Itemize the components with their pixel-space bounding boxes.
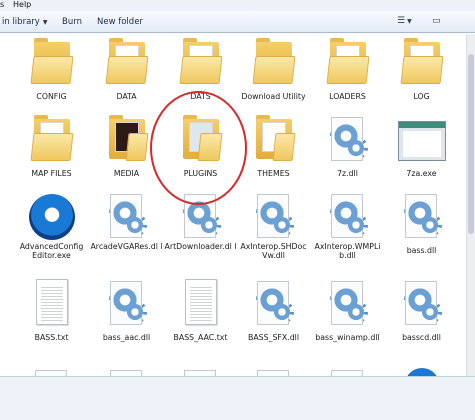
folder-themes[interactable]: THEMES: [237, 111, 310, 187]
folder-config[interactable]: CONFIG: [15, 34, 88, 110]
item-label: ArtDownloader.dl l: [164, 242, 237, 251]
file-bass-txt[interactable]: BASS.txt: [15, 275, 88, 351]
include-label: in library: [2, 17, 40, 27]
burn-button[interactable]: Burn: [62, 16, 82, 28]
folder-download-utility[interactable]: Download Utility: [237, 34, 310, 110]
views-icon[interactable]: ☰ ▼: [397, 15, 412, 28]
window-icon: [397, 121, 446, 161]
partial-row-item[interactable]: [90, 364, 163, 376]
include-in-library-button[interactable]: in library ▼: [2, 16, 47, 28]
item-label: ArcadeVGARes.dl l: [90, 242, 163, 251]
folder-icon: [30, 38, 74, 86]
item-label: 7za.exe: [406, 169, 437, 178]
burn-label: Burn: [62, 17, 82, 27]
item-label: AxInterop.WMPLi b.dll: [314, 242, 381, 260]
item-label: PLUGINS: [183, 169, 218, 178]
folder-map-files[interactable]: MAP FILES: [15, 111, 88, 187]
item-label: Download Utility: [241, 92, 306, 101]
item-label: DATS: [190, 92, 211, 101]
item-label: 7z.dll: [337, 169, 358, 178]
folder-loaders[interactable]: LOADERS: [311, 34, 384, 110]
vertical-scrollbar[interactable]: [466, 34, 475, 376]
gear-icon: [327, 194, 369, 240]
file-basscd-dll[interactable]: basscd.dll: [385, 275, 458, 351]
item-label: CONFIG: [36, 92, 67, 101]
gear-icon: [106, 281, 148, 327]
item-label: BASS_AAC.txt: [173, 333, 228, 342]
item-label: BASS_SFX.dll: [247, 333, 299, 342]
file-7za-exe[interactable]: 7za.exe: [385, 111, 458, 187]
partial-row-item[interactable]: [15, 364, 88, 376]
file-arcadevgares-dll[interactable]: ArcadeVGARes.dl l: [90, 188, 163, 264]
folder-icon: [326, 38, 370, 86]
gear-icon: [180, 194, 222, 240]
text-file-icon: [33, 279, 71, 327]
folder-media[interactable]: MEDIA: [90, 111, 163, 187]
partial-row-item[interactable]: [311, 364, 384, 376]
folder-icon: [105, 38, 149, 86]
text-file-icon: [182, 279, 220, 327]
gear-icon: [253, 281, 295, 327]
file-bass-sfx-dll[interactable]: BASS_SFX.dll: [237, 275, 310, 351]
gear-icon: [327, 281, 369, 327]
file-bass-dll[interactable]: bass.dll: [385, 188, 458, 264]
folder-log[interactable]: LOG: [385, 34, 458, 110]
gear-icon: [401, 281, 443, 327]
new-folder-label: New folder: [97, 17, 143, 27]
new-folder-button[interactable]: New folder: [97, 16, 143, 28]
item-label: basscd.dll: [402, 333, 441, 342]
partial-row-item[interactable]: [237, 364, 310, 376]
app-icon: [28, 194, 75, 240]
menu-bar: s Help: [0, 0, 475, 11]
folder-dats[interactable]: DATS: [164, 34, 237, 110]
folder-icon: [30, 115, 74, 163]
item-label: bass_aac.dll: [102, 333, 151, 342]
item-label: DATA: [116, 92, 137, 101]
item-label: MAP FILES: [31, 169, 72, 178]
item-label: BASS.txt: [34, 333, 69, 342]
file-artdownloader-dll[interactable]: ArtDownloader.dl l: [164, 188, 237, 264]
folder-icon: [179, 38, 223, 86]
preview-pane-icon[interactable]: ▭: [432, 15, 441, 28]
file-axinterop-shdocvw-dll[interactable]: AxInterop.SHDoc Vw.dll: [237, 188, 310, 264]
file-advancedconfig-editor[interactable]: AdvancedConfig Editor.exe: [15, 188, 88, 264]
command-bar: in library ▼ Burn New folder ☰ ▼ ▭: [0, 11, 475, 33]
folder-icon: [105, 115, 149, 163]
chevron-down-icon: ▼: [42, 19, 48, 26]
item-label: bass_winamp.dll: [315, 333, 380, 342]
item-label: MEDIA: [113, 169, 140, 178]
folder-plugins[interactable]: PLUGINS: [164, 111, 237, 187]
item-label: bass.dll: [406, 246, 437, 255]
partial-row-item[interactable]: [385, 364, 458, 376]
folder-icon: [252, 38, 296, 86]
menu-help[interactable]: Help: [13, 0, 31, 10]
menu-edge: s: [0, 0, 5, 9]
app-icon: [404, 368, 439, 376]
item-label: THEMES: [257, 169, 290, 178]
folder-data[interactable]: DATA: [90, 34, 163, 110]
item-label: AxInterop.SHDoc Vw.dll: [240, 242, 307, 260]
gear-icon: [401, 194, 443, 240]
scrollbar-thumb[interactable]: [468, 54, 474, 234]
gear-icon: [327, 117, 369, 163]
folder-icon: [179, 115, 223, 163]
item-label: LOG: [413, 92, 430, 101]
file-axinterop-wmplib-dll[interactable]: AxInterop.WMPLi b.dll: [311, 188, 384, 264]
gear-icon: [106, 194, 148, 240]
folder-icon: [252, 115, 296, 163]
details-pane: [0, 376, 475, 420]
file-bass-winamp-dll[interactable]: bass_winamp.dll: [311, 275, 384, 351]
file-bass-aac-dll[interactable]: bass_aac.dll: [90, 275, 163, 351]
file-7z-dll[interactable]: 7z.dll: [311, 111, 384, 187]
file-bass-aac-txt[interactable]: BASS_AAC.txt: [164, 275, 237, 351]
item-label: LOADERS: [329, 92, 366, 101]
item-label: AdvancedConfig Editor.exe: [19, 242, 84, 260]
folder-icon: [400, 38, 444, 86]
gear-icon: [253, 194, 295, 240]
file-view[interactable]: CONFIG DATA DATS Download Utility LOADER…: [0, 34, 466, 376]
partial-row-item[interactable]: [164, 364, 237, 376]
